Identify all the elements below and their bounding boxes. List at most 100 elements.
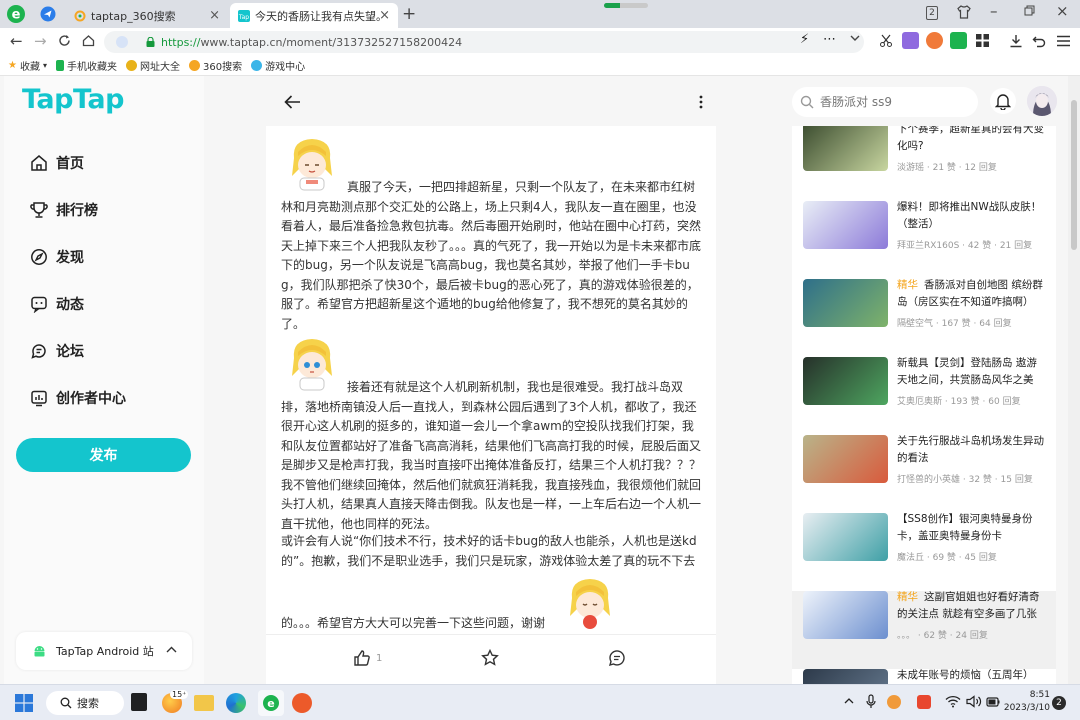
related-post-title[interactable]: 精华 香肠派对自创地图 缤纷群岛（房区实在不知道咋搞啊） <box>897 277 1045 310</box>
tray-app-icon[interactable] <box>917 695 931 709</box>
related-post-title[interactable]: 关于先行服战斗岛机场发生异动的看法 <box>897 433 1045 466</box>
taskbar-search[interactable]: 搜索 <box>46 691 124 715</box>
scissors-icon[interactable] <box>877 32 894 49</box>
publish-button[interactable]: 发布 <box>16 438 191 472</box>
scrollbar-thumb[interactable] <box>1071 100 1077 250</box>
related-post-item[interactable]: 【SS8创作】银河奥特曼身份卡，盖亚奥特曼身份卡 魔法丘 · 69 赞 · 45 … <box>792 513 1056 591</box>
apps-grid-icon[interactable] <box>974 32 991 49</box>
post-likes: 193 赞 <box>950 397 980 407</box>
forward-arrow-icon[interactable]: → <box>34 32 47 50</box>
close-tab-icon[interactable]: × <box>209 8 220 23</box>
related-post-thumbnail[interactable] <box>803 357 888 405</box>
related-post-item[interactable]: 精华 香肠派对自创地图 缤纷群岛（房区实在不知道咋搞啊） 隔壁空气 · 167 赞 … <box>792 279 1056 357</box>
bookmark-favorites[interactable]: ★ 收藏 ▾ <box>8 58 47 73</box>
related-post-thumbnail[interactable] <box>803 669 888 684</box>
related-post-thumbnail[interactable] <box>803 201 888 249</box>
lightning-icon[interactable]: ⚡ <box>800 32 809 47</box>
related-post-item[interactable]: 下个赛季，超新星真的会有大变化吗? 淡游瑶 · 21 赞 · 12 回复 <box>792 126 1056 201</box>
post-author: 拜亚兰RX160S <box>897 241 960 251</box>
menu-icon[interactable] <box>1055 32 1072 49</box>
extension-green-icon[interactable] <box>950 32 967 49</box>
close-tab-icon[interactable]: × <box>379 8 390 23</box>
related-post-item[interactable]: 精华 这副官姐姐也好看好清奇的关注点 就趁有空多画了几张。。。 · 62 赞 · … <box>792 591 1056 669</box>
page-scrollbar[interactable] <box>1068 76 1080 684</box>
bell-icon[interactable] <box>990 88 1016 114</box>
battery-icon[interactable] <box>986 696 1000 708</box>
windows-start-icon[interactable] <box>14 693 34 713</box>
related-post-title[interactable]: 新载具【灵剑】登陆肠岛 遨游天地之间，共赏肠岛风华之美 <box>897 355 1045 388</box>
tab-360-search[interactable]: taptap_360搜索 × <box>66 3 228 28</box>
related-post-item[interactable]: 关于先行服战斗岛机场发生异动的看法 打怪兽的小英雄 · 32 赞 · 15 回复 <box>792 435 1056 513</box>
page-load-progress <box>604 3 648 8</box>
related-post-thumbnail[interactable] <box>803 591 888 639</box>
pinned-tab-icon[interactable] <box>40 6 56 22</box>
file-explorer-icon[interactable] <box>194 695 214 711</box>
edge-browser-icon[interactable] <box>226 693 246 713</box>
shirt-icon[interactable] <box>957 5 971 19</box>
related-post-item[interactable]: 爆料！即将推出NW战队皮肤！（整活） 拜亚兰RX160S · 42 赞 · 21 … <box>792 201 1056 279</box>
taptap-logo[interactable]: TapTap <box>22 84 124 115</box>
undo-icon[interactable] <box>1030 32 1047 49</box>
emoji-sticker-icon <box>564 574 616 632</box>
related-post-title[interactable]: 精华 这副官姐姐也好看好清奇的关注点 就趁有空多画了几张 <box>897 589 1045 622</box>
chevron-up-icon[interactable] <box>165 643 178 656</box>
related-post-title[interactable]: 【SS8创作】银河奥特曼身份卡，盖亚奥特曼身份卡 <box>897 511 1045 544</box>
360-browser-taskbar-icon[interactable]: e <box>258 690 284 716</box>
sidebar-item-moments[interactable]: 动态 <box>28 293 84 315</box>
search-box[interactable] <box>792 87 978 117</box>
bookmark-directory[interactable]: 网址大全 <box>125 58 180 73</box>
more-options-icon[interactable]: ⋯ <box>823 32 836 47</box>
sidebar-item-creator-center[interactable]: 创作者中心 <box>28 387 126 409</box>
related-post-thumbnail[interactable] <box>803 513 888 561</box>
system-clock[interactable]: 8:51 2023/3/10 <box>1000 689 1050 715</box>
task-view-icon[interactable] <box>131 693 147 711</box>
orange-app-icon[interactable] <box>292 693 312 713</box>
related-post-item[interactable]: 新载具【灵剑】登陆肠岛 遨游天地之间，共赏肠岛风华之美 艾奥厄奥斯 · 193 赞… <box>792 357 1056 435</box>
post-replies: 60 回复 <box>988 397 1021 407</box>
more-vertical-icon[interactable] <box>697 93 705 111</box>
sidebar-item-discover[interactable]: 发现 <box>28 246 84 268</box>
volume-icon[interactable] <box>966 695 982 708</box>
favorite-button[interactable] <box>481 649 499 667</box>
mail-badge: 15⁺ <box>170 690 189 699</box>
back-arrow-icon[interactable]: ← <box>10 32 23 50</box>
comment-button[interactable] <box>608 649 626 667</box>
search-input[interactable] <box>820 95 960 109</box>
microphone-icon[interactable] <box>866 694 876 709</box>
related-post-thumbnail[interactable] <box>803 279 888 327</box>
gamepad-icon[interactable] <box>926 32 943 49</box>
browser-logo-icon[interactable]: e <box>6 4 26 24</box>
reload-icon[interactable] <box>58 32 71 47</box>
tray-app-icon[interactable] <box>887 695 901 709</box>
sidebar-item-rankings[interactable]: 排行榜 <box>28 199 98 221</box>
tab-count-badge[interactable]: 2 <box>926 6 938 20</box>
tab-taptap-moment[interactable]: Tap 今天的香肠让我有点失望。 × <box>230 3 398 28</box>
chevron-up-icon[interactable] <box>843 695 855 707</box>
home-page-icon[interactable] <box>82 32 95 47</box>
related-post-thumbnail[interactable] <box>803 126 888 171</box>
wifi-icon[interactable] <box>945 695 961 708</box>
related-post-item[interactable]: 未成年账号的烦恼（五周年） <box>792 669 1056 684</box>
sidebar-item-home[interactable]: 首页 <box>28 152 84 174</box>
like-button[interactable]: 1 <box>353 649 382 667</box>
extension-purple-icon[interactable] <box>902 32 919 49</box>
back-arrow-icon[interactable] <box>283 94 301 110</box>
chevron-down-icon[interactable] <box>849 32 861 44</box>
android-site-link[interactable]: TapTap Android 站 <box>16 632 192 670</box>
bookmark-mobile[interactable]: 手机收藏夹 <box>55 58 117 73</box>
download-icon[interactable] <box>1007 32 1024 49</box>
url-bar[interactable]: https://www.taptap.cn/moment/31373252715… <box>104 31 864 53</box>
related-post-title[interactable]: 下个赛季，超新星真的会有大变化吗? <box>897 126 1045 154</box>
notification-badge[interactable]: 2 <box>1052 696 1066 710</box>
restore-icon[interactable] <box>1024 5 1035 16</box>
related-post-thumbnail[interactable] <box>803 435 888 483</box>
new-tab-icon[interactable]: + <box>402 4 416 24</box>
related-post-title[interactable]: 未成年账号的烦恼（五周年） <box>897 667 1045 684</box>
user-avatar[interactable] <box>1027 86 1057 116</box>
bookmark-game-center[interactable]: 游戏中心 <box>251 58 305 73</box>
sidebar-item-forum[interactable]: 论坛 <box>28 340 84 362</box>
bookmark-360-search[interactable]: 360搜索 <box>188 58 242 73</box>
close-window-icon[interactable]: × <box>1056 2 1069 20</box>
related-post-title[interactable]: 爆料！即将推出NW战队皮肤！（整活） <box>897 199 1045 232</box>
minimize-icon[interactable]: – <box>990 2 998 20</box>
